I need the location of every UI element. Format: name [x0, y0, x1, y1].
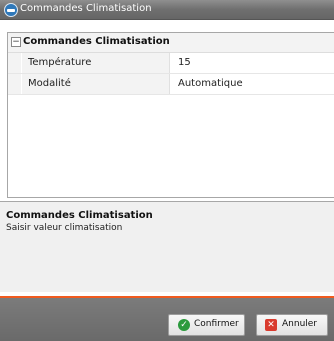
cancel-icon: ✕	[265, 319, 277, 331]
confirm-button[interactable]: ✓ Confirmer	[168, 314, 245, 336]
property-name-cell: Modalité	[22, 74, 170, 94]
cancel-label: Annuler	[282, 319, 318, 329]
title-bar: Commandes Climatisation	[0, 0, 334, 20]
window-title: Commandes Climatisation	[20, 3, 152, 14]
collapse-icon[interactable]: −	[11, 37, 21, 47]
description-text: Saisir valeur climatisation	[6, 223, 123, 233]
property-value-temperature[interactable]: 15	[178, 57, 191, 68]
property-name-modalite: Modalité	[28, 78, 71, 89]
category-row[interactable]: − Commandes Climatisation	[8, 33, 334, 53]
row-margin	[8, 53, 21, 73]
description-panel: Commandes Climatisation Saisir valeur cl…	[0, 201, 334, 292]
app-icon	[4, 3, 18, 17]
check-icon: ✓	[178, 319, 190, 331]
confirm-label: Confirmer	[194, 319, 239, 329]
property-value-modalite[interactable]: Automatique	[178, 78, 243, 89]
description-title: Commandes Climatisation	[6, 210, 153, 221]
row-margin	[8, 74, 21, 94]
property-name-temperature: Température	[28, 57, 92, 68]
property-grid: − Commandes Climatisation Température 15…	[7, 32, 334, 198]
property-row-temperature[interactable]: Température 15	[8, 53, 334, 74]
category-label: Commandes Climatisation	[23, 36, 170, 47]
cancel-button[interactable]: ✕ Annuler	[256, 314, 328, 336]
property-row-modalite[interactable]: Modalité Automatique	[8, 74, 334, 95]
property-name-cell: Température	[22, 53, 170, 73]
